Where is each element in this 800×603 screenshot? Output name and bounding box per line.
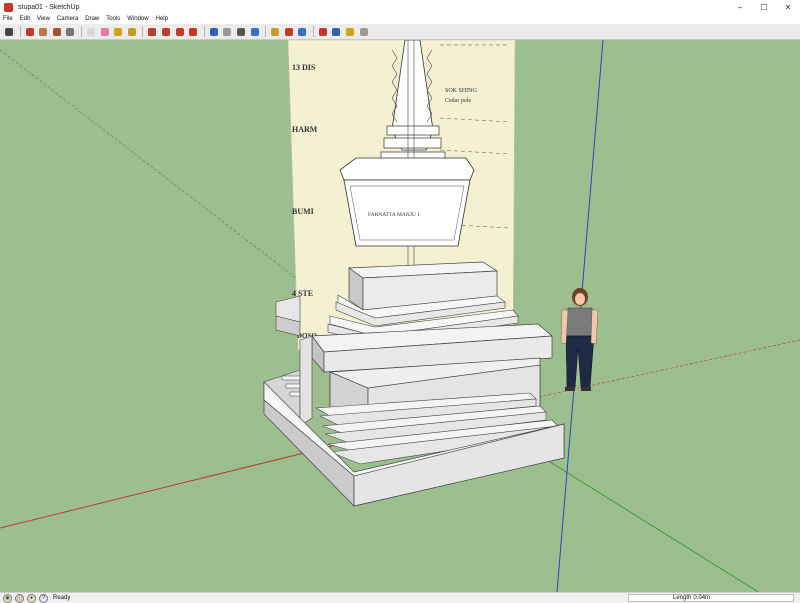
move-tool-icon[interactable]: [160, 26, 172, 38]
circle-tool-icon[interactable]: [51, 26, 63, 38]
scale-figure: [560, 288, 599, 391]
line-tool-icon[interactable]: [24, 26, 36, 38]
warehouse-icon[interactable]: [269, 26, 281, 38]
sketchup-window: stupa01 - SketchUp – ☐ ✕ File Edit View …: [0, 0, 800, 603]
status-bar: ◉ ⓘ ● ? Ready Length 0.04m: [0, 592, 800, 603]
rectangle-tool-icon[interactable]: [37, 26, 49, 38]
window-controls: – ☐ ✕: [728, 0, 800, 14]
toolbar-separator: [142, 26, 144, 37]
tape-measure-tool-icon[interactable]: [112, 26, 124, 38]
drawing-right-label: SOK SHING: [445, 88, 478, 94]
geo-location-icon[interactable]: ◉: [3, 593, 12, 603]
share-model-icon[interactable]: [296, 26, 308, 38]
offset-tool-icon[interactable]: [187, 26, 199, 38]
model-viewport[interactable]: 13 DIS HARM BUMI 4 STE DOSO SOK SHING Ce…: [0, 40, 800, 592]
orbit-tool-icon[interactable]: [208, 26, 220, 38]
main-toolbar: [0, 24, 800, 40]
toolbar-separator: [312, 26, 314, 37]
sketchup-ruby-icon[interactable]: [358, 26, 370, 38]
menu-view[interactable]: View: [37, 16, 50, 22]
model-scene: 13 DIS HARM BUMI 4 STE DOSO SOK SHING Ce…: [0, 40, 800, 592]
drawing-label: 4 STE: [292, 289, 313, 298]
menu-tools[interactable]: Tools: [106, 16, 120, 22]
sketchup-logo-icon: [4, 2, 13, 12]
eraser-tool-icon[interactable]: [99, 26, 111, 38]
menu-draw[interactable]: Draw: [85, 16, 99, 22]
menu-file[interactable]: File: [3, 16, 13, 22]
credits-icon[interactable]: ⓘ: [15, 593, 24, 603]
drawing-label: 13 DIS: [292, 63, 316, 72]
vase-inscription: FARNATTA MANJU 1: [368, 212, 420, 218]
window-title: stupa01 - SketchUp: [18, 3, 80, 11]
zoom-tool-icon[interactable]: [235, 26, 247, 38]
menu-help[interactable]: Help: [156, 16, 168, 22]
style-builder-icon[interactable]: [330, 26, 342, 38]
drawing-right-label: Cedar pole: [445, 98, 471, 104]
extension-manager-icon[interactable]: [344, 26, 356, 38]
toolbar-separator: [19, 26, 21, 37]
title-bar: stupa01 - SketchUp – ☐ ✕: [0, 0, 800, 14]
push-pull-tool-icon[interactable]: [146, 26, 158, 38]
toolbar-separator: [80, 26, 82, 37]
select-tool-icon[interactable]: [3, 26, 15, 38]
rotate-tool-icon[interactable]: [174, 26, 186, 38]
maximize-button[interactable]: ☐: [752, 0, 776, 14]
arc-tool-icon[interactable]: [64, 26, 76, 38]
menu-window[interactable]: Window: [127, 16, 148, 22]
stupa-vase-rim: [339, 157, 475, 181]
measurements-label: Length: [673, 595, 692, 601]
layout-icon[interactable]: [317, 26, 329, 38]
pan-tool-icon[interactable]: [221, 26, 233, 38]
toolbar-separator: [203, 26, 205, 37]
drawing-label: BUMI: [292, 207, 314, 216]
menu-camera[interactable]: Camera: [57, 16, 78, 22]
menu-edit[interactable]: Edit: [20, 16, 30, 22]
measurements-box[interactable]: Length 0.04m: [628, 594, 794, 602]
menu-bar: File Edit View Camera Draw Tools Window …: [0, 14, 800, 24]
minimize-button[interactable]: –: [728, 0, 752, 14]
user-icon[interactable]: ●: [27, 593, 36, 603]
toolbar-separator: [265, 26, 267, 37]
extension-warehouse-icon[interactable]: [283, 26, 295, 38]
paint-bucket-tool-icon[interactable]: [126, 26, 138, 38]
status-text: Ready: [53, 595, 71, 601]
make-component-icon[interactable]: [85, 26, 97, 38]
zoom-extents-icon[interactable]: [249, 26, 261, 38]
measurements-value[interactable]: 0.04m: [693, 595, 710, 601]
drawing-label: HARM: [292, 125, 318, 134]
close-button[interactable]: ✕: [776, 0, 800, 14]
help-icon[interactable]: ?: [39, 593, 48, 603]
